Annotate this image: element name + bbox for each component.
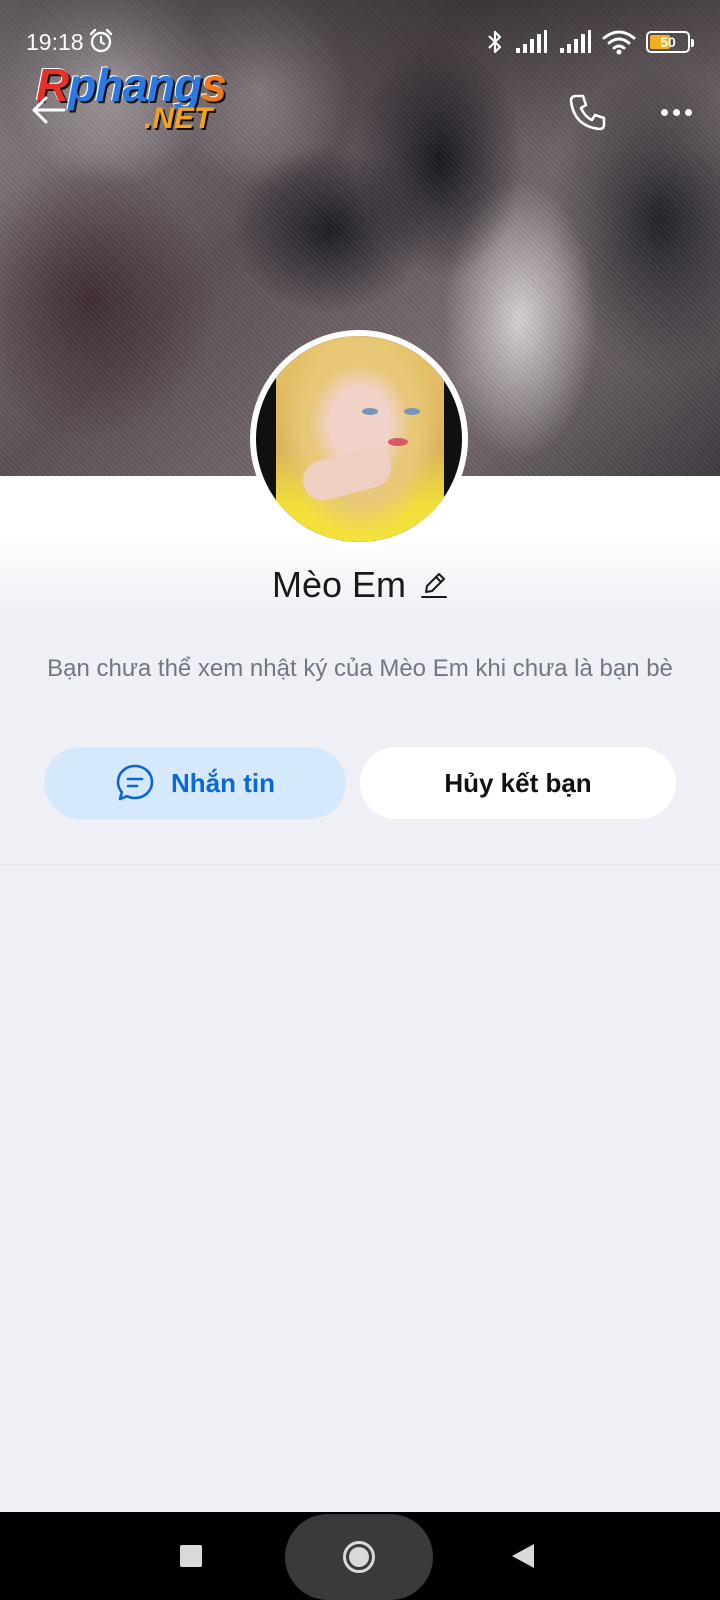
watermark-line2: .NET <box>144 102 213 135</box>
unfriend-button-label: Hủy kết bạn <box>444 767 592 798</box>
chat-bubble-icon <box>116 764 154 801</box>
home-icon[interactable] <box>343 1541 375 1573</box>
section-divider <box>0 864 720 865</box>
more-icon <box>660 108 668 116</box>
avatar[interactable] <box>250 330 468 548</box>
message-button[interactable]: Nhắn tin <box>44 747 346 819</box>
battery-icon: 50 <box>646 31 694 53</box>
battery-level: 50 <box>660 34 676 50</box>
unfriend-button[interactable]: Hủy kết bạn <box>360 747 676 819</box>
profile-name: Mèo Em <box>271 564 407 605</box>
profile-screen: 19:18 50 Rphangs .NET Mèo Em Bạn chưa th… <box>0 0 720 1600</box>
avatar-photo <box>276 336 444 542</box>
nav-back-icon[interactable] <box>512 1544 534 1568</box>
status-time: 19:18 <box>26 29 84 55</box>
recent-apps-icon[interactable] <box>180 1545 202 1567</box>
profile-name-row: Mèo Em <box>0 560 720 610</box>
system-nav-bar <box>0 1512 720 1600</box>
signal-icon <box>560 30 591 53</box>
back-arrow-icon[interactable] <box>26 88 70 132</box>
more-options-button[interactable] <box>656 92 696 132</box>
wifi-icon <box>602 30 636 55</box>
edit-name-icon[interactable] <box>420 570 448 600</box>
alarm-icon <box>89 28 113 53</box>
status-icons: 50 <box>486 28 694 56</box>
bluetooth-icon <box>488 30 502 54</box>
phone-icon[interactable] <box>566 90 610 134</box>
signal-icon <box>516 30 547 53</box>
privacy-notice: Bạn chưa thể xem nhật ký của Mèo Em khi … <box>47 655 673 682</box>
message-button-label: Nhắn tin <box>171 767 275 798</box>
